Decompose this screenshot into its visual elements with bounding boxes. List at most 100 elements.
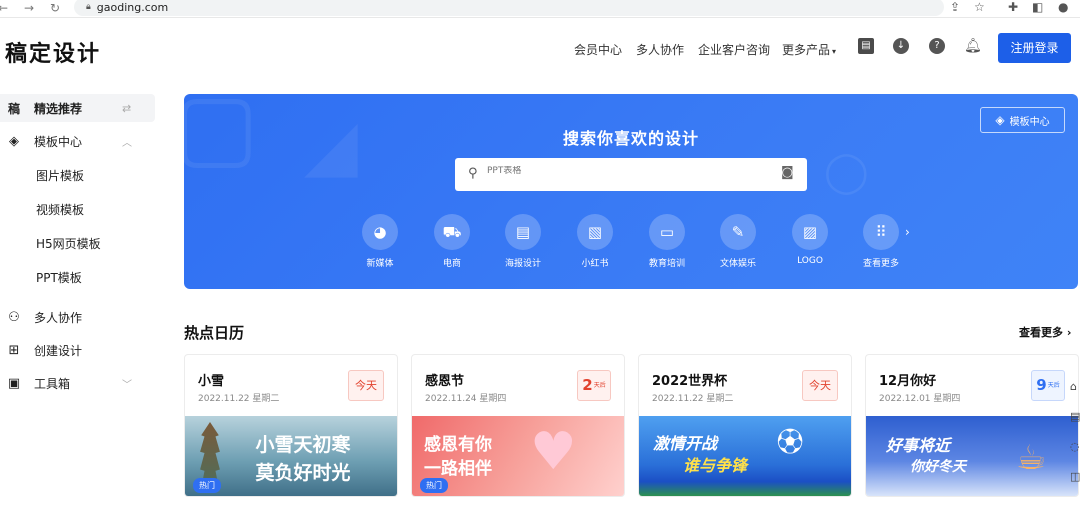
gaoding-logo-icon: 稿 [7, 101, 20, 116]
toolbox-icon: ▣ [7, 375, 21, 391]
card-thumbnail[interactable]: ⚽︎ 激情开战 谁与争锋 [639, 416, 851, 496]
download-icon[interactable]: ↓ [893, 38, 909, 54]
banner-title: 搜索你喜欢的设计 [562, 129, 699, 148]
hot-card[interactable]: 小雪 2022.11.22 星期二 今天 小雪天初寒 莫负好时光 热门 [184, 354, 398, 497]
template-center-button[interactable]: ◈ 模板中心 [980, 107, 1065, 133]
search-box[interactable]: ⚲ ◙ [455, 158, 807, 191]
see-more-label: 查看更多 [1019, 326, 1063, 339]
edit-icon[interactable]: ◫ [1070, 462, 1080, 492]
days-unit: 天后 [1047, 382, 1060, 389]
chevron-right-icon[interactable]: › [905, 225, 910, 239]
site-logo[interactable]: 稿定设计 [5, 36, 101, 68]
search-banner: ▢ ◢ ◯ 搜索你喜欢的设计 ◈ 模板中心 ⚲ ◙ ◕ 新媒体 ⛟ 电商 ▤ 海… [184, 94, 1078, 289]
card-date: 2022.11.22 星期二 [652, 394, 734, 404]
hot-calendar-title: 热点日历 [184, 324, 245, 342]
category-list: ◕ 新媒体 ⛟ 电商 ▤ 海报设计 ▧ 小红书 ▭ 教育培训 ✎ 文体娱乐 ▨ … [184, 214, 1078, 274]
template-center-label: 模板中心 [1009, 116, 1050, 128]
category-entertainment[interactable]: ✎ 文体娱乐 [710, 214, 766, 269]
sidebar-item-label: PPT模板 [36, 270, 82, 285]
sidebar: 稿 精选推荐 ⇄ ◈ 模板中心 ︿ 图片模板 视频模板 H5网页模板 PPT模板… [0, 76, 160, 511]
card-date: 2022.12.01 星期四 [879, 394, 961, 404]
category-logo[interactable]: ▨ LOGO [782, 214, 838, 266]
card-thumbnail[interactable]: ♥ 感恩有你 一路相伴 热门 [412, 416, 624, 496]
bell-icon[interactable]: 🔔︎ [964, 38, 982, 54]
sidebar-item-ppt-templates[interactable]: PPT模板 [0, 263, 155, 291]
nav-collab[interactable]: 多人协作 [636, 41, 684, 58]
sidebar-item-collaboration[interactable]: ⚇ 多人协作 [0, 303, 155, 331]
sidebar-item-toolbox[interactable]: ▣ 工具箱 ﹀ [0, 369, 155, 397]
today-badge: 今天 [802, 370, 838, 401]
category-label: 电商 [442, 259, 461, 269]
layers-icon: ◈ [9, 133, 19, 149]
card-thumbnail[interactable]: 小雪天初寒 莫负好时光 热门 [185, 416, 397, 496]
nav-vip[interactable]: 会员中心 [574, 41, 622, 58]
sidebar-item-h5-templates[interactable]: H5网页模板 [0, 229, 155, 257]
hot-card[interactable]: 感恩节 2022.11.24 星期四 2天后 ♥ 感恩有你 一路相伴 热门 [411, 354, 625, 497]
sidebar-item-image-templates[interactable]: 图片模板 [0, 161, 155, 189]
address-bar[interactable]: 🔒︎ gaoding.com [74, 0, 944, 16]
category-label: 小红书 [581, 259, 609, 269]
hot-card[interactable]: 2022世界杯 2022.11.22 星期二 今天 ⚽︎ 激情开战 谁与争锋 [638, 354, 852, 497]
card-title: 感恩节 [425, 374, 465, 389]
new-media-icon: ◕ [362, 214, 398, 250]
category-poster[interactable]: ▤ 海报设计 [495, 214, 551, 269]
sidebar-item-video-templates[interactable]: 视频模板 [0, 195, 155, 223]
profile-icon[interactable]: ● [1058, 0, 1068, 14]
card-title: 小雪 [198, 374, 225, 389]
sidebar-item-recommended[interactable]: 稿 精选推荐 ⇄ [0, 94, 155, 122]
category-label: 海报设计 [504, 259, 541, 269]
sidebar-item-label: 创建设计 [34, 343, 83, 358]
category-label: 文体娱乐 [719, 259, 756, 269]
hot-card[interactable]: 12月你好 2022.12.01 星期四 9天后 ☕︎ 好事将近 你好冬天 [865, 354, 1079, 497]
lock-icon: 🔒︎ [86, 2, 91, 12]
days-unit: 天后 [593, 382, 606, 389]
card-image-text: 一路相伴 [424, 459, 492, 479]
card-image-text: 好事将近 [886, 436, 951, 455]
category-new-media[interactable]: ◕ 新媒体 [352, 214, 408, 269]
share-icon[interactable]: ⇪ [950, 0, 960, 14]
url-text: gaoding.com [96, 0, 169, 14]
entertainment-icon: ✎ [720, 214, 756, 250]
category-xiaohongshu[interactable]: ▧ 小红书 [567, 214, 623, 269]
sidepanel-icon[interactable]: ◧ [1032, 0, 1043, 14]
camera-icon[interactable]: ◙ [781, 165, 794, 180]
feedback-icon[interactable]: ▤ [1070, 402, 1080, 432]
chevron-down-icon: ▾ [832, 47, 837, 56]
sidebar-item-label: 模板中心 [34, 134, 83, 149]
sidebar-item-create-design[interactable]: ⊞ 创建设计 [0, 336, 155, 364]
bookmark-star-icon[interactable]: ☆ [974, 0, 985, 14]
sidebar-item-label: 视频模板 [36, 202, 85, 217]
nav-more-label: 更多产品 [782, 43, 831, 57]
calendar-icon[interactable]: ▤ [858, 38, 874, 54]
category-see-more[interactable]: ⠿ 查看更多 [853, 214, 909, 269]
nav-enterprise[interactable]: 企业客户咨询 [698, 41, 770, 58]
card-date: 2022.11.22 星期二 [198, 394, 280, 404]
card-image-text: 谁与争锋 [683, 456, 748, 475]
home-icon[interactable]: ⌂ [1070, 372, 1080, 402]
help-icon[interactable]: ◌ [1070, 432, 1080, 462]
browser-toolbar: ← → ↻ 🔒︎ gaoding.com ⇪ ☆ ✚ ◧ ● [0, 0, 1080, 18]
sidebar-item-template-center[interactable]: ◈ 模板中心 ︿ [0, 127, 155, 155]
help-icon[interactable]: ? [929, 38, 945, 54]
today-badge: 今天 [348, 370, 384, 401]
register-login-button[interactable]: 注册登录 [998, 33, 1071, 63]
category-label: LOGO [797, 256, 823, 266]
see-more-link[interactable]: 查看更多 › [1019, 324, 1071, 340]
poster-icon: ▤ [505, 214, 541, 250]
category-label: 新媒体 [366, 259, 394, 269]
reload-icon[interactable]: ↻ [50, 1, 60, 15]
category-label: 教育培训 [648, 259, 685, 269]
add-square-icon: ⊞ [8, 342, 20, 358]
back-icon[interactable]: ← [0, 1, 8, 15]
category-ecommerce[interactable]: ⛟ 电商 [424, 214, 480, 269]
card-image-text: 小雪天初寒 [255, 434, 351, 456]
extensions-icon[interactable]: ✚ [1008, 0, 1018, 14]
card-date: 2022.11.24 星期四 [425, 394, 507, 404]
adjust-icon[interactable]: ⇄ [122, 102, 131, 115]
search-input[interactable] [487, 166, 767, 176]
grid-icon: ⠿ [863, 214, 899, 250]
card-thumbnail[interactable]: ☕︎ 好事将近 你好冬天 [866, 416, 1078, 496]
nav-more-products[interactable]: 更多产品 ▾ [782, 41, 836, 58]
category-education[interactable]: ▭ 教育培训 [639, 214, 695, 269]
forward-icon[interactable]: → [24, 1, 34, 15]
